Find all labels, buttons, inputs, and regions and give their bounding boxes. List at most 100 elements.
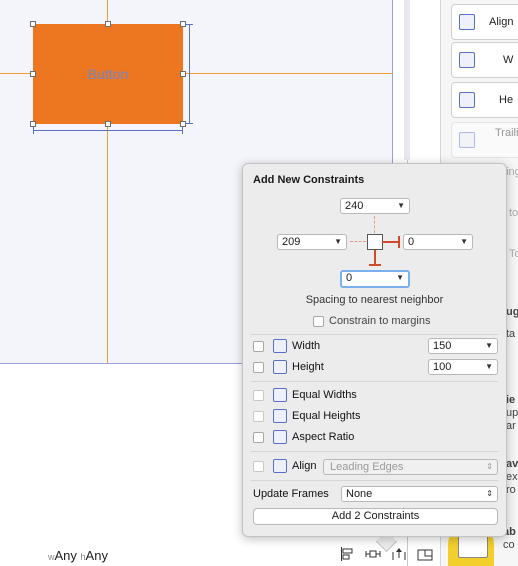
height-checkbox[interactable]	[253, 362, 264, 373]
width-checkbox[interactable]	[253, 341, 264, 352]
trailing-constraint-cap	[398, 236, 400, 248]
library-item-label: Trailing	[495, 127, 518, 139]
constrain-margins-label: Constrain to margins	[329, 315, 431, 327]
top-spacing-field[interactable]: 240 ▼	[340, 198, 410, 214]
equal-heights-checkbox[interactable]	[253, 411, 264, 422]
clipped-label: ug	[506, 306, 518, 318]
clipped-label: to	[509, 207, 518, 219]
equal-widths-checkbox[interactable]	[253, 390, 264, 401]
bottom-spacing-value: 0	[346, 272, 353, 284]
width-constraint-icon	[273, 339, 287, 353]
pin-tool-icon[interactable]	[364, 545, 382, 563]
height-constraint-icon	[273, 360, 287, 374]
add-constraints-button[interactable]: Add 2 Constraints	[253, 508, 498, 525]
top-constraint-strut[interactable]	[374, 216, 375, 233]
equal-heights-label: Equal Heights	[292, 410, 361, 422]
resize-handle-right[interactable]	[180, 71, 186, 77]
clipped-label: ex	[506, 471, 518, 483]
size-class-w-value: Any	[54, 548, 77, 563]
clipped-label: ie	[506, 394, 516, 406]
leading-constraint-strut[interactable]	[350, 241, 366, 242]
separator	[251, 381, 498, 382]
canvas-scrollbar[interactable]	[404, 0, 410, 160]
chevron-down-icon[interactable]: ▼	[396, 272, 404, 284]
equal-widths-label: Equal Widths	[292, 389, 357, 401]
align-label: Align	[292, 460, 317, 472]
separator	[251, 451, 498, 452]
width-dimension-tick-right	[182, 126, 183, 134]
leading-spacing-field[interactable]: 209 ▼	[277, 234, 347, 250]
width-dimension-tick-left	[33, 126, 34, 134]
library-item-width[interactable]: W	[451, 42, 518, 78]
clipped-label: ro	[506, 484, 516, 496]
library-item-label: Align	[489, 16, 514, 28]
chevron-down-icon[interactable]: ▼	[485, 339, 493, 353]
width-value: 150	[433, 340, 452, 352]
aspect-ratio-label: Aspect Ratio	[292, 431, 355, 443]
update-frames-label: Update Frames	[253, 488, 329, 500]
resizing-tool-icon[interactable]	[416, 545, 434, 563]
resize-handle-top-left[interactable]	[30, 21, 36, 27]
width-dimension-line	[33, 130, 183, 131]
size-class-control[interactable]: wAny hAny	[48, 548, 108, 563]
width-icon	[459, 52, 475, 68]
clipped-label: ar	[506, 420, 516, 432]
height-value: 100	[433, 361, 452, 373]
resize-handle-bottom[interactable]	[105, 121, 111, 127]
height-value-field[interactable]: 100 ▼	[428, 359, 498, 375]
chevron-down-icon[interactable]: ▼	[334, 235, 342, 249]
library-item-trailing[interactable]: Trailing	[451, 122, 518, 158]
width-label: Width	[292, 340, 321, 352]
align-select[interactable]: Leading Edges ⇕	[323, 459, 498, 475]
align-checkbox[interactable]	[253, 461, 264, 472]
constraint-center-view	[367, 234, 383, 250]
bottom-spacing-field[interactable]: 0 ▼	[340, 270, 410, 288]
size-class-h-value: Any	[85, 548, 108, 563]
trailing-spacing-field[interactable]: 0 ▼	[403, 234, 473, 250]
clipped-label: co	[503, 539, 515, 551]
update-frames-select[interactable]: None ⇕	[341, 486, 498, 502]
library-item-label: W	[503, 54, 514, 66]
height-dimension-tick-bottom	[185, 123, 193, 124]
constrain-margins-checkbox[interactable]	[313, 316, 324, 327]
aspect-ratio-icon	[273, 430, 287, 444]
trailing-spacing-value: 0	[408, 236, 415, 248]
separator	[251, 480, 498, 481]
equal-heights-icon	[273, 409, 287, 423]
align-constraint-icon	[273, 459, 287, 473]
top-spacing-value: 240	[345, 200, 364, 212]
library-item-label: He	[499, 94, 514, 106]
button-title: Button	[87, 66, 129, 82]
update-frames-value: None	[346, 488, 373, 500]
resize-handle-top[interactable]	[105, 21, 111, 27]
chevron-down-icon[interactable]: ▼	[460, 235, 468, 249]
aspect-ratio-checkbox[interactable]	[253, 432, 264, 443]
library-item-align[interactable]: Align	[451, 4, 518, 40]
chevron-down-icon[interactable]: ▼	[397, 199, 405, 213]
align-tool-icon[interactable]	[338, 545, 356, 563]
chevron-updown-icon[interactable]: ⇕	[486, 487, 493, 501]
equal-widths-icon	[273, 388, 287, 402]
height-label: Height	[292, 361, 324, 373]
trailing-icon	[459, 132, 475, 148]
height-dimension-line	[189, 24, 190, 124]
chevron-down-icon[interactable]: ▼	[485, 360, 493, 374]
button-view[interactable]: Button	[33, 24, 183, 124]
popover-title: Add New Constraints	[253, 174, 365, 186]
resize-handle-left[interactable]	[30, 71, 36, 77]
separator	[251, 334, 498, 335]
clipped-label: To	[509, 248, 518, 260]
bottom-constraint-cap	[369, 264, 381, 266]
spacing-label: Spacing to nearest neighbor	[305, 294, 444, 306]
resolve-tool-icon[interactable]	[390, 545, 408, 563]
clipped-label: av	[506, 458, 518, 470]
library-item-height[interactable]: He	[451, 82, 518, 118]
resize-handle-bottom-right[interactable]	[180, 121, 186, 127]
width-value-field[interactable]: 150 ▼	[428, 338, 498, 354]
chevron-updown-icon[interactable]: ⇕	[486, 460, 493, 474]
align-select-value: Leading Edges	[330, 461, 404, 473]
align-icon	[459, 14, 475, 30]
height-icon	[459, 92, 475, 108]
height-dimension-tick-top	[185, 24, 193, 25]
leading-spacing-value: 209	[282, 236, 301, 248]
